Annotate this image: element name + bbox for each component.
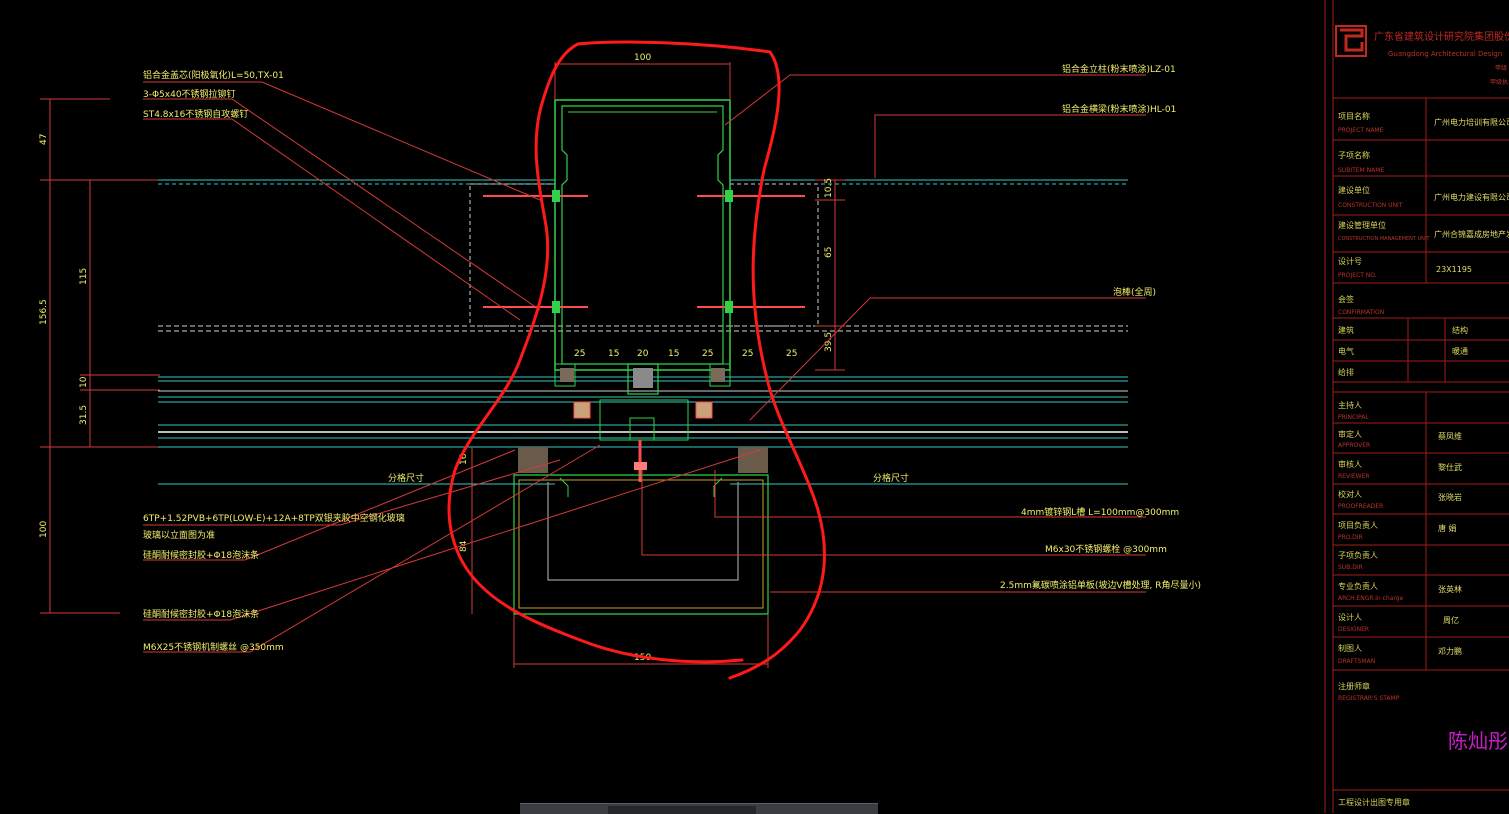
cad-drawing-canvas[interactable]: 47 156.5 115 10 31.5 100 100 25 15 20 15… <box>0 0 1509 813</box>
row-construction-unit-cn: 建设单位 <box>1338 185 1370 195</box>
sign-designer-en: DESIGNER <box>1338 626 1369 633</box>
pressure-plate-assembly <box>518 363 768 482</box>
sign-sub-dir-cn: 子项负责人 <box>1338 550 1378 560</box>
row-project-no-value: 23X1195 <box>1436 265 1472 274</box>
callout-mullion: 铝合金立柱(粉末喷涂)LZ-01 <box>1062 63 1176 75</box>
row-management-unit-cn: 建设管理单位 <box>1338 220 1386 230</box>
company-name-en: Guangdong Architectural Design <box>1388 50 1502 58</box>
company-logo <box>1335 25 1367 57</box>
dim-15-b: 15 <box>668 349 679 359</box>
row-subitem-cn: 子项名称 <box>1338 150 1370 160</box>
sign-reviewer-cn: 审核人 <box>1338 459 1362 469</box>
callout-self-tapping-screw: ST4.8x16不锈钢自攻螺钉 <box>143 108 248 120</box>
confirm-electrical: 电气 <box>1338 346 1354 356</box>
callout-sealant-2: 硅酮耐候密封胶+Φ18泡沫条 <box>143 608 259 620</box>
row-management-unit-en: CONSTRUCTION MANAGEMENT UNIT <box>1338 236 1430 242</box>
callout-glass-note: 玻璃以立面图为准 <box>143 529 215 541</box>
confirm-hvac: 暖通 <box>1452 346 1468 356</box>
row-project-no-en: PROJECT NO. <box>1338 272 1377 279</box>
row-subitem-en: SUBITEM NAME <box>1338 167 1384 174</box>
company-name-cn: 广东省建筑设计研究院集团股份 <box>1374 30 1509 43</box>
sign-proofreader-value: 张晓岩 <box>1438 492 1462 502</box>
dim-20: 20 <box>637 349 649 359</box>
callout-cover-cap: 铝合金盖芯(阳极氧化)L=50,TX-01 <box>143 69 284 81</box>
confirmation-cn: 会签 <box>1338 294 1354 304</box>
confirmation-en: CONFIRMATION <box>1338 309 1384 316</box>
confirm-architecture: 建筑 <box>1338 325 1354 335</box>
sign-arch-engr-value: 张英林 <box>1438 584 1462 594</box>
callout-m6x25-screw: M6X25不锈钢机制螺丝 @350mm <box>143 641 284 653</box>
dim-65: 65 <box>824 247 834 258</box>
dim-25-b: 25 <box>702 349 713 359</box>
confirm-plumbing: 给排 <box>1338 367 1354 377</box>
sign-draftsman-cn: 制图人 <box>1338 643 1362 653</box>
dim-25-a: 25 <box>574 349 585 359</box>
bracket-outlines <box>469 183 819 327</box>
aluminum-mullion-profile <box>554 62 731 371</box>
dim-15-a: 15 <box>608 349 619 359</box>
design-stamp-footer: 工程设计出图专用章 <box>1338 797 1410 807</box>
row-construction-unit-value: 广州电力建设有限公司 <box>1434 192 1509 202</box>
callout-sealant-1: 硅酮耐候密封胶+Φ18泡沫条 <box>143 549 259 561</box>
left-dimension-chain <box>40 98 160 614</box>
transom-lines <box>158 179 1128 448</box>
sign-sub-dir-en: SUB.DIR <box>1338 564 1363 571</box>
stamp-label-en: REGISTRAR'S STAMP <box>1338 695 1400 702</box>
company-sub2: 甲级执业证书 <box>1490 78 1509 86</box>
dim-25-c: 25 <box>742 349 753 359</box>
sign-principal-en: PRINCIPAL <box>1338 414 1369 421</box>
sign-approver-cn: 审定人 <box>1338 429 1362 439</box>
dim-top-100: 100 <box>634 53 651 63</box>
sign-arch-engr-en: ARCH.ENGR.in charge <box>1338 595 1404 602</box>
sign-approver-en: APPROVER <box>1338 442 1370 449</box>
signature-rows: 主持人 PRINCIPAL 审定人 APPROVER 蔡凤维 审核人 REVIE… <box>1338 400 1462 665</box>
sign-draftsman-value: 邓力鹏 <box>1438 646 1462 656</box>
screw-heads <box>552 190 733 313</box>
dim-156-5: 156.5 <box>39 299 49 325</box>
aluminum-panel-box <box>471 447 769 668</box>
sign-pro-dir-cn: 项目负责人 <box>1338 520 1378 530</box>
dim-31-5: 31.5 <box>79 405 89 425</box>
dim-39-5: 39.5 <box>824 332 834 352</box>
row-project-name-cn: 项目名称 <box>1338 111 1370 121</box>
sign-proofreader-en: PROOFREADER <box>1338 503 1383 510</box>
sign-reviewer-en: REVIEWER <box>1338 473 1370 480</box>
grid-label-right: 分格尺寸 <box>873 472 909 484</box>
sign-designer-cn: 设计人 <box>1338 612 1362 622</box>
callout-transom: 铝合金横梁(粉末喷涂)HL-01 <box>1062 103 1176 115</box>
callout-foam-rod: 泡棒(全周) <box>1113 286 1156 298</box>
dim-47: 47 <box>39 134 49 145</box>
sign-arch-engr-cn: 专业负责人 <box>1338 581 1378 591</box>
sign-pro-dir-value: 唐 娟 <box>1438 523 1457 533</box>
callout-m6x30-bolt: M6x30不锈钢螺栓 @300mm <box>1045 543 1167 555</box>
row-management-unit-value: 广州合锦嘉成房地产发 <box>1434 229 1509 239</box>
sign-designer-value: 周亿 <box>1443 615 1459 625</box>
grid-label-left: 分格尺寸 <box>388 472 424 484</box>
row-project-name-value: 广州电力培训有限公司电力机器 <box>1434 117 1509 127</box>
sign-proofreader-cn: 校对人 <box>1338 489 1362 499</box>
dim-115: 115 <box>79 268 89 285</box>
callout-l-channel: 4mm镀锌钢L槽 L=100mm@300mm <box>1021 506 1179 518</box>
sign-approver-value: 蔡凤维 <box>1438 431 1462 441</box>
confirm-structure: 结构 <box>1452 325 1468 335</box>
sign-reviewer-value: 黎仕武 <box>1438 462 1462 472</box>
dim-10: 10 <box>79 376 89 388</box>
row-project-no-cn: 设计号 <box>1338 256 1362 266</box>
company-sub1: 甲级 <box>1495 64 1507 72</box>
callout-rivet: 3-Φ5x40不锈钢拉铆钉 <box>143 88 236 100</box>
project-rows: 项目名称 PROJECT NAME 广州电力培训有限公司电力机器 子项名称 SU… <box>1338 111 1509 279</box>
dim-10-5: 10.5 <box>824 178 834 198</box>
registrar-stamp-name: 陈灿彤结构 <box>1448 729 1509 753</box>
sign-draftsman-en: DRAFTSMAN <box>1338 658 1375 665</box>
bottom-toolbar[interactable] <box>520 803 878 814</box>
dim-25-d: 25 <box>786 349 797 359</box>
callout-aluminum-panel: 2.5mm氟碳喷涂铝单板(坡边V槽处理, R角尽量小) <box>1000 579 1201 591</box>
sign-pro-dir-en: PRO.DIR <box>1338 534 1363 541</box>
dim-100-left: 100 <box>39 521 49 538</box>
row-project-name-en: PROJECT NAME <box>1338 127 1384 134</box>
sign-principal-cn: 主持人 <box>1338 400 1362 410</box>
stamp-label-cn: 注册师章 <box>1338 681 1370 691</box>
row-construction-unit-en: CONSTRUCTION UNIT <box>1338 202 1403 209</box>
callout-glass-spec: 6TP+1.52PVB+6TP(LOW-E)+12A+8TP双银夹胶中空钢化玻璃 <box>143 512 405 524</box>
